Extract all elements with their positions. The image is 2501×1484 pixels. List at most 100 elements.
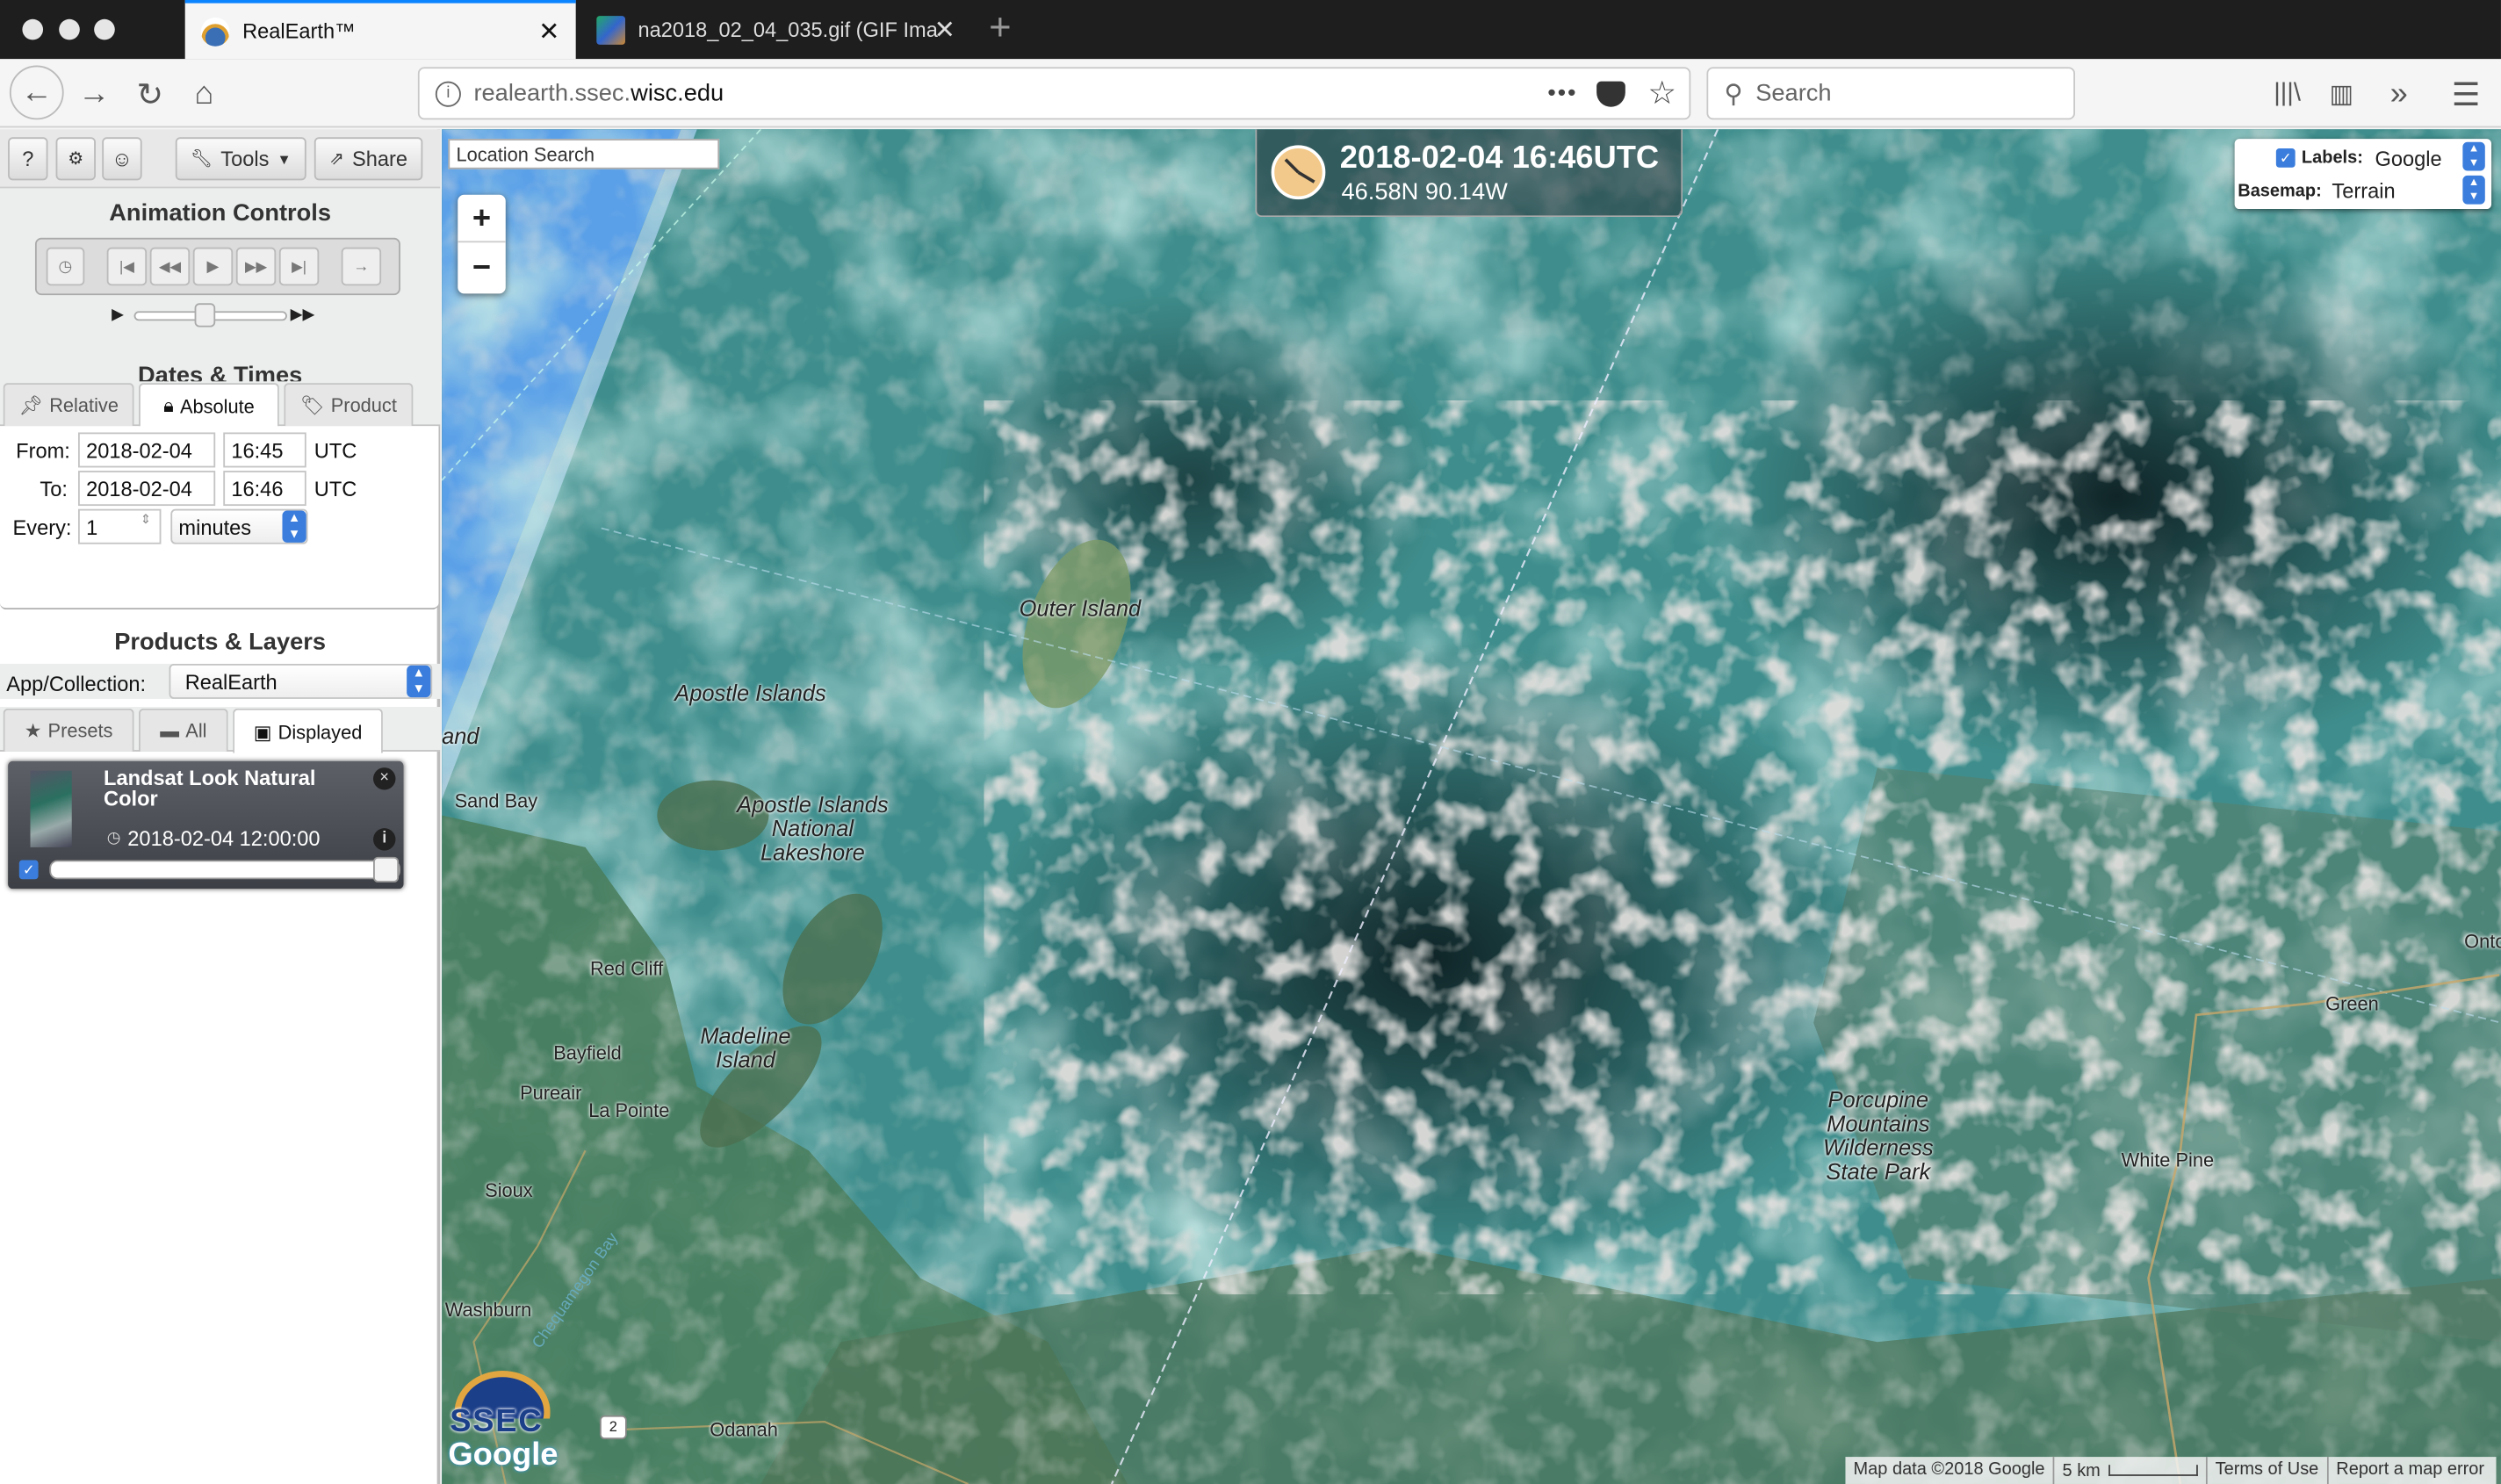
user-button[interactable]: ☺ <box>102 137 142 181</box>
pin-icon: 📌︎ <box>18 393 43 417</box>
tab-gif-image[interactable]: na2018_02_04_035.gif (GIF Ima ✕ <box>580 0 971 59</box>
select-arrows-icon[interactable]: ▲ ▼ <box>282 510 306 543</box>
back-icon[interactable]: ← <box>9 65 64 120</box>
utc-label: UTC <box>314 477 357 501</box>
map-view[interactable]: Outer Island Apostle Islands Apostle Isl… <box>442 129 2501 1484</box>
select-arrows-icon[interactable]: ▲ ▼ <box>407 665 431 698</box>
speed-slider-handle[interactable] <box>194 303 216 328</box>
reload-icon[interactable]: ↻ <box>125 68 176 119</box>
new-tab-icon[interactable]: + <box>989 6 1011 51</box>
app-collection-select[interactable]: RealEarth <box>169 663 433 699</box>
tab-label: All <box>185 719 207 742</box>
tab-displayed[interactable]: ▣ Displayed <box>233 708 383 753</box>
clock-icon[interactable]: ◷ <box>46 247 85 286</box>
to-date-input[interactable]: 2018-02-04 <box>77 471 216 507</box>
tab-relative[interactable]: 📌︎ Relative <box>3 383 134 427</box>
clock-icon <box>1271 145 1326 200</box>
forward-icon[interactable]: → <box>68 68 119 119</box>
scale-bar <box>2108 1465 2198 1476</box>
step-back-icon[interactable]: ◀◀ <box>149 247 191 286</box>
first-frame-icon[interactable]: |◀ <box>106 247 148 286</box>
from-time-input[interactable]: 16:45 <box>223 432 306 468</box>
location-search-input[interactable]: Location Search <box>448 139 720 169</box>
pocket-icon[interactable] <box>1596 80 1625 106</box>
play-icon[interactable]: ▶ <box>192 247 234 286</box>
park-label-line: National <box>771 815 854 841</box>
page-actions-icon[interactable]: ••• <box>1547 80 1577 107</box>
help-button[interactable]: ? <box>8 137 48 181</box>
animation-section: Animation Controls ◷ |◀ ◀◀ ▶ ▶▶ ▶| → ▶ ▶… <box>0 188 441 412</box>
island-label-line: Island <box>716 1047 775 1073</box>
home-icon[interactable]: ⌂ <box>178 68 229 119</box>
report-error-link[interactable]: Report a map error <box>2328 1457 2496 1484</box>
labels-label: Labels: <box>2301 148 2363 168</box>
url-bar[interactable]: i realearth.ssec. wisc.edu ••• ☆ <box>417 67 1691 120</box>
basemap-select[interactable]: Terrain <box>2332 179 2395 203</box>
tools-button[interactable]: 🔧︎ Tools ▼ <box>175 137 306 181</box>
remove-layer-icon[interactable]: × <box>373 767 396 790</box>
speed-slow-icon: ▶ <box>112 306 125 324</box>
layer-info-icon[interactable]: i <box>373 828 396 851</box>
labels-select[interactable]: Google <box>2375 147 2441 170</box>
close-tab-icon[interactable]: ✕ <box>538 15 559 47</box>
labels-checkbox[interactable]: ✓ <box>2275 148 2296 168</box>
overflow-icon[interactable]: » <box>2374 68 2425 119</box>
zoom-out-button[interactable]: − <box>458 244 505 293</box>
tab-title: na2018_02_04_035.gif (GIF Ima <box>638 17 938 42</box>
map-attribution: Map data ©2018 Google <box>1845 1457 2055 1484</box>
sidebar-toggle-icon[interactable]: ▥ <box>2316 68 2367 119</box>
panel-toolbar: ? ⚙ ☺ 🔧︎ Tools ▼ ⇗ Share <box>0 129 441 189</box>
chevron-down-icon: ▼ <box>277 150 292 167</box>
tab-all[interactable]: ▬ All <box>139 708 228 752</box>
info-icon[interactable]: i <box>435 80 461 106</box>
basemap-label: Basemap: <box>2238 182 2322 201</box>
products-layers-title: Products & Layers <box>114 628 327 656</box>
tab-title: RealEarth™ <box>242 18 356 44</box>
search-input[interactable]: ⚲ Search <box>1706 67 2076 120</box>
from-date-input[interactable]: 2018-02-04 <box>77 432 216 468</box>
library-icon[interactable]: |||\ <box>2262 68 2313 119</box>
tab-realearth[interactable]: RealEarth™ ✕ <box>184 0 576 60</box>
layer-visible-checkbox[interactable]: ✓ <box>18 860 39 880</box>
image-icon: ▣ <box>253 720 272 743</box>
layer-card[interactable]: Landsat Look Natural Color × ◷ 2018-02-0… <box>8 760 404 890</box>
tab-product[interactable]: 🏷︎ Product <box>284 383 414 427</box>
stepper-arrows-icon[interactable]: ⇕ <box>141 512 151 526</box>
every-label: Every: <box>12 515 72 540</box>
bookmark-star-icon[interactable]: ☆ <box>1647 74 1676 113</box>
step-forward-icon[interactable]: ▶▶ <box>235 247 277 286</box>
place-label: Apostle Islands <box>674 680 826 706</box>
tab-label: Displayed <box>277 720 363 743</box>
island-label: Madeline Island <box>700 1024 790 1073</box>
close-tab-icon[interactable]: ✕ <box>934 13 955 45</box>
place-label: White Pine <box>2121 1149 2215 1171</box>
menu-icon[interactable]: ☰ <box>2440 68 2491 119</box>
terms-link[interactable]: Terms of Use <box>2207 1457 2329 1484</box>
overlay-datetime: 2018-02-04 16:46UTC <box>1339 140 1660 176</box>
app-collection-label: App/Collection: <box>6 672 147 696</box>
minimize-window-icon[interactable] <box>59 18 80 40</box>
share-icon: ⇗ <box>329 149 344 169</box>
to-time-input[interactable]: 16:46 <box>223 471 306 507</box>
place-label: Outer Island <box>1019 594 1142 621</box>
opacity-slider-handle[interactable] <box>373 856 400 882</box>
map-scale: 5 km <box>2054 1457 2208 1484</box>
maximize-window-icon[interactable] <box>94 18 115 40</box>
close-window-icon[interactable] <box>22 18 44 40</box>
search-icon: ⚲ <box>1724 80 1743 108</box>
tab-absolute[interactable]: 🔒︎ Absolute <box>139 383 279 429</box>
last-frame-icon[interactable]: ▶| <box>278 247 320 286</box>
zoom-in-button[interactable]: + <box>458 195 506 243</box>
select-arrows-icon[interactable]: ▲ ▼ <box>2462 141 2485 171</box>
select-arrows-icon[interactable]: ▲ ▼ <box>2462 175 2485 205</box>
time-overlay: 2018-02-04 16:46UTC 46.58N 90.14W <box>1255 129 1683 218</box>
opacity-slider[interactable] <box>49 856 400 882</box>
url-domain: wisc.edu <box>631 79 724 107</box>
settings-button[interactable]: ⚙ <box>55 137 96 181</box>
tab-presets[interactable]: ★ Presets <box>3 708 134 752</box>
place-label: Washburn <box>444 1299 532 1322</box>
wrench-icon: 🔧︎ <box>190 149 213 169</box>
loop-icon[interactable]: → <box>341 247 382 286</box>
place-label: Sioux <box>485 1178 533 1202</box>
share-button[interactable]: ⇗ Share <box>314 137 423 181</box>
